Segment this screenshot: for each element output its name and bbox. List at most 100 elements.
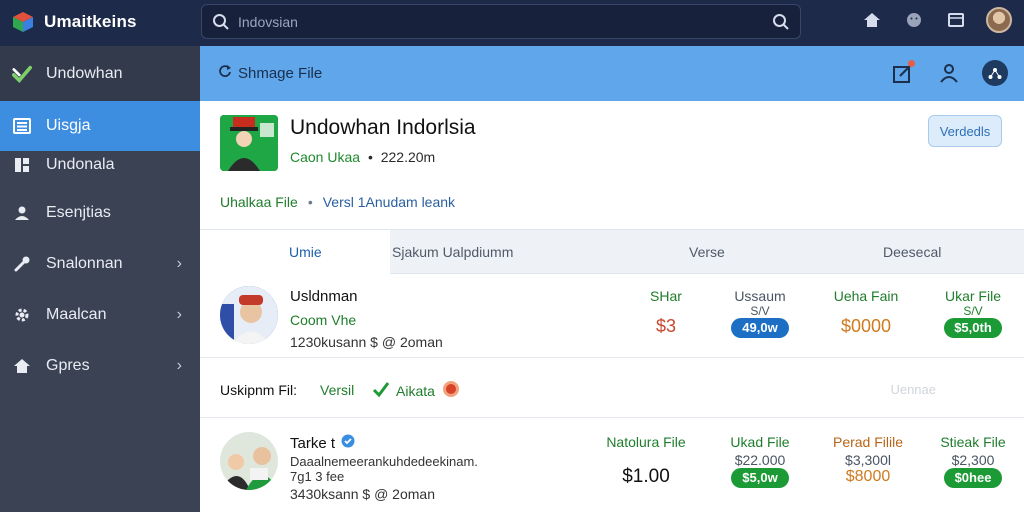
action-label: Uskipnm Fil: xyxy=(220,382,298,398)
action-row: Uskipnm Fil: Versil Aikata Uennae xyxy=(200,358,1024,418)
app-meta-category: Caon Ukaa xyxy=(290,149,361,165)
row-avatar xyxy=(220,432,278,490)
sidebar-item-gpres[interactable]: Gpres › xyxy=(0,341,200,391)
app-meta-separator: • xyxy=(367,149,373,165)
row-meta: 3430ksann $ @ 2oman xyxy=(290,486,435,502)
row-title: Usldnman xyxy=(290,288,358,305)
row-col-3: Perad Filile $3,300l $8000 xyxy=(820,434,916,486)
checkmark-icon xyxy=(372,380,390,401)
sidebar-item-esenjtias[interactable]: Esenjtias xyxy=(0,188,200,238)
notification-dot xyxy=(908,60,915,67)
search-submit-icon[interactable] xyxy=(772,13,790,36)
refresh-icon[interactable] xyxy=(218,64,232,82)
verified-icon xyxy=(341,434,355,452)
sidebar-item-maalcan[interactable]: Maalcan › xyxy=(0,290,200,340)
chevron-right-icon: › xyxy=(176,306,182,323)
app-version-link[interactable]: Versl 1Anudam leank xyxy=(323,194,455,210)
row-col-4: Stieak File $2,300 $0hee xyxy=(930,434,1016,488)
app-title: Undowhan Indorlsia xyxy=(290,116,476,139)
col-header: Stieak File xyxy=(940,434,1006,450)
section-title-text: Shmage File xyxy=(238,64,323,82)
list-icon xyxy=(12,116,32,136)
sidebar-item-label: Snalonnan xyxy=(46,255,123,272)
window-icon[interactable] xyxy=(944,8,968,32)
sidebar-header-label: Undowhan xyxy=(46,64,123,82)
person-icon[interactable] xyxy=(936,60,962,86)
row-col-2: Ussaum S/V 49,0w xyxy=(720,288,800,338)
sidebar-item-label: Gpres xyxy=(46,357,90,374)
row-subtitle: Coom Vhe xyxy=(290,312,357,328)
price-pill[interactable]: $5,0w xyxy=(731,468,789,488)
row-col-2: Ukad File $22.000 $5,0w xyxy=(716,434,804,488)
cube-logo-icon xyxy=(12,11,34,33)
app-meta: Caon Ukaa • 222.20m xyxy=(290,149,435,165)
app-file-link[interactable]: Uhalkaa File xyxy=(220,194,298,210)
row-col-1: Natolura File $1.00 xyxy=(596,434,696,488)
tab-deesecal[interactable]: Deesecal xyxy=(883,244,941,260)
table-row[interactable]: Usldnman Coom Vhe 1230kusann $ @ 2oman S… xyxy=(200,274,1024,358)
section-header-icons xyxy=(890,60,1008,86)
badge-icon xyxy=(441,379,461,402)
col-header: Natolura File xyxy=(606,434,686,450)
main-content: Undowhan Indorlsia Caon Ukaa • 222.20m V… xyxy=(200,101,1024,512)
search-input[interactable] xyxy=(238,12,758,32)
row-col-1: SHar $3 xyxy=(628,288,704,337)
row-title-wrap: Tarke t xyxy=(290,434,355,452)
app-meta-size: 222.20m xyxy=(380,149,436,165)
tab-bar: Umie Sjakum Ualpdiumm Verse Deesecal xyxy=(200,229,1024,274)
sidebar-item-undonala[interactable]: Undonala xyxy=(0,140,200,190)
section-title: Shmage File xyxy=(218,64,322,82)
section-header: Shmage File xyxy=(200,46,1024,101)
action-version-link[interactable]: Versil xyxy=(320,382,354,398)
network-icon[interactable] xyxy=(982,60,1008,86)
row-col-3: Ueha Fain $0000 xyxy=(826,288,906,337)
sidebar-item-label: Esenjtias xyxy=(46,204,111,221)
app-thumbnail[interactable] xyxy=(220,115,278,171)
table-row[interactable]: Tarke t Daaalnemeerankuhdedeekinam. 7g1 … xyxy=(200,418,1024,512)
sidebar: Undowhan Uisgja Undonala Esenjtias Snalo… xyxy=(0,46,200,512)
sidebar-item-snalonnan[interactable]: Snalonnan › xyxy=(0,239,200,289)
top-bar: Umaitkeins xyxy=(0,0,1024,46)
home-icon[interactable] xyxy=(860,8,884,32)
checkmark-logo-icon xyxy=(12,64,32,84)
col-header: Ukad File xyxy=(730,434,790,450)
sidebar-item-label: Uisgja xyxy=(46,117,91,134)
col-header: Ukar File xyxy=(944,288,1001,304)
price-pill[interactable]: $0hee xyxy=(944,468,1002,488)
col-header: Ussaum xyxy=(734,288,786,304)
chevron-right-icon: › xyxy=(176,357,182,374)
col-subheader: $2,300 xyxy=(951,452,995,468)
tab-umie[interactable]: Umie xyxy=(289,244,322,260)
app-links: Uhalkaa File • Versl 1Anudam leank xyxy=(220,194,455,210)
grid-icon xyxy=(12,155,32,175)
sidebar-item-label: Undonala xyxy=(46,156,115,173)
tab-verse[interactable]: Verse xyxy=(689,244,725,260)
action-aikata[interactable]: Aikata xyxy=(372,379,461,402)
col-value: $3 xyxy=(655,316,677,336)
gear-icon xyxy=(12,305,32,325)
home-icon xyxy=(12,356,32,376)
action-aikata-label: Aikata xyxy=(396,382,435,399)
user-avatar[interactable] xyxy=(986,7,1012,33)
col-value: $0000 xyxy=(840,316,892,336)
col-subheader: $22.000 xyxy=(734,452,786,468)
link-separator: • xyxy=(307,194,313,210)
wrench-icon xyxy=(12,254,32,274)
price-pill[interactable]: 49,0w xyxy=(731,318,789,338)
row-avatar xyxy=(220,286,278,344)
row-meta: 1230kusann $ @ 2oman xyxy=(290,334,443,350)
verify-button[interactable]: Verdedls xyxy=(928,115,1002,147)
col-header: SHar xyxy=(650,288,682,304)
sidebar-item-label: Maalcan xyxy=(46,306,107,323)
brand[interactable]: Umaitkeins xyxy=(12,8,137,36)
col-value: $8000 xyxy=(845,468,891,485)
edit-icon[interactable] xyxy=(890,60,916,86)
col-header: Ueha Fain xyxy=(833,288,899,304)
search-bar[interactable] xyxy=(201,4,801,39)
sidebar-header[interactable]: Undowhan xyxy=(0,46,200,101)
search-icon xyxy=(212,13,230,36)
row-subtitle: Daaalnemeerankuhdedeekinam. 7g1 3 fee xyxy=(290,454,478,484)
emoji-icon[interactable] xyxy=(902,8,926,32)
tab-sjakum[interactable]: Sjakum Ualpdiumm xyxy=(392,244,513,260)
price-pill[interactable]: $5,0th xyxy=(944,318,1002,338)
